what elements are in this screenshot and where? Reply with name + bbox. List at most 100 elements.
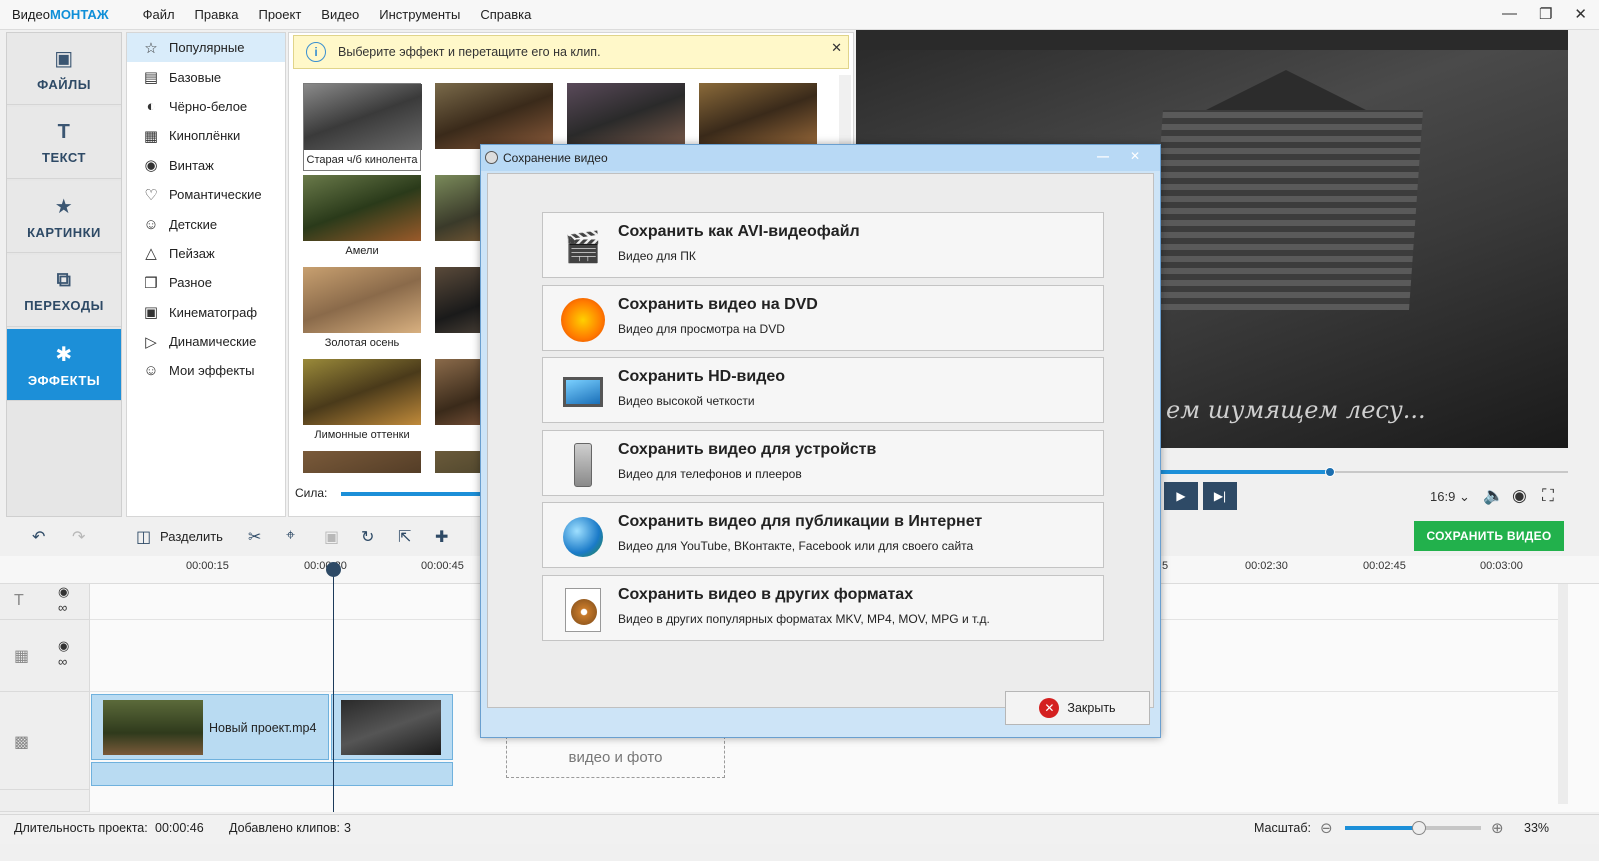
close-window-icon[interactable]: ✕ [1574,5,1587,23]
menu-tools[interactable]: Инструменты [379,7,460,22]
effect-preview [303,451,421,473]
save-avi-option[interactable]: 🎬 Сохранить как AVI-видеофайл Видео для … [542,212,1104,278]
frame-icon[interactable]: ▣ [324,527,339,547]
category-film[interactable]: ▦ Киноплёнки [127,121,285,150]
timeline-scrollbar[interactable] [1558,584,1568,804]
force-slider[interactable] [341,492,481,496]
effect-categories: ☆ Популярные ▤ Базовые ◐ Чёрно-белое ▦ Киноп… [126,32,286,517]
play-button[interactable]: ▶ [1164,482,1198,510]
category-misc[interactable]: ❒ Разное [127,268,285,297]
redo-icon[interactable]: ↷ [72,527,85,547]
split-button[interactable]: Разделить [160,529,223,544]
rotate-icon[interactable]: ↻ [361,527,374,547]
save-internet-option[interactable]: Сохранить видео для публикации в Интерне… [542,502,1104,568]
save-video-button[interactable]: СОХРАНИТЬ ВИДЕО [1414,521,1564,551]
zoom-in-icon[interactable]: ⊕ [1491,819,1504,837]
nav-effects[interactable]: ✱ ЭФФЕКТЫ [7,329,121,401]
effect-preview [435,83,553,149]
category-my-effects[interactable]: ☺ Мои эффекты [127,356,285,385]
eye-icon[interactable]: ◉ [58,584,69,600]
save-dvd-option[interactable]: Сохранить видео на DVD Видео для просмот… [542,285,1104,351]
effect-preview [303,359,421,425]
effect-thumb[interactable]: Золотая осень [303,267,421,355]
drop-zone[interactable]: видео и фото [506,736,725,778]
snapshot-icon[interactable]: ◉ [1512,486,1527,506]
category-dynamic[interactable]: ▷ Динамические [127,327,285,356]
option-title: Сохранить видео в других форматах [618,586,914,603]
clip-thumbnail [341,700,441,755]
playhead[interactable] [333,566,334,812]
option-subtitle: Видео для ПК [618,249,696,263]
fullscreen-icon[interactable]: ⛶ [1542,486,1554,506]
category-cinematograph[interactable]: ▣ Кинематограф [127,298,285,327]
nav-text[interactable]: T ТЕКСТ [7,107,121,179]
dialog-close-icon[interactable]: ✕ [1121,147,1149,165]
menu-project[interactable]: Проект [258,7,301,22]
nav-files[interactable]: ▣ ФАЙЛЫ [7,33,121,105]
crop-icon[interactable]: ⌖ [286,527,295,545]
aspect-ratio-select[interactable]: 16:9 ⌄ [1430,489,1470,505]
resize-icon[interactable]: ⇱ [398,527,411,547]
progress-track[interactable] [1330,471,1568,473]
audio-clip[interactable] [91,762,453,786]
category-vintage[interactable]: ◉ Винтаж [127,151,285,180]
add-clip-icon[interactable]: ✚ [435,527,448,547]
menu-edit[interactable]: Правка [195,7,239,22]
save-hd-option[interactable]: Сохранить HD-видео Видео высокой четкост… [542,357,1104,423]
left-nav: ▣ ФАЙЛЫ T ТЕКСТ ★ КАРТИНКИ ⧉ ПЕРЕХОДЫ ✱ ЭФФЕК… [6,32,122,517]
undo-icon[interactable]: ↶ [32,527,45,547]
volume-icon[interactable]: 🔈 [1483,486,1504,506]
category-landscape[interactable]: △ Пейзаж [127,239,285,268]
film-track-icon: ▦ [14,648,30,665]
next-button[interactable]: ▶| [1203,482,1237,510]
menu-help[interactable]: Справка [480,7,531,22]
title-menu-bar: ВидеоМОНТАЖ Файл Правка Проект Видео Инс… [0,0,1599,30]
category-bw[interactable]: ◐ Чёрно-белое [127,92,285,121]
link-icon[interactable]: ∞ [58,654,67,669]
zoom-label: Масштаб: [1254,821,1311,835]
effect-thumb[interactable] [303,451,421,473]
menu-video[interactable]: Видео [321,7,359,22]
category-kids[interactable]: ☺ Детские [127,209,285,238]
transitions-icon: ⧉ [56,268,72,291]
effect-thumb[interactable]: Амели [303,175,421,263]
nav-transitions[interactable]: ⧉ ПЕРЕХОДЫ [7,255,121,327]
maximize-icon[interactable]: ❐ [1539,5,1552,23]
playhead-knob[interactable] [326,562,341,577]
zoom-knob[interactable] [1412,821,1426,835]
link-icon[interactable]: ∞ [58,600,67,615]
save-devices-option[interactable]: Сохранить видео для устройств Видео для … [542,430,1104,496]
save-other-formats-option[interactable]: Сохранить видео в других форматах Видео … [542,575,1104,641]
tick-label: 00:00:45 [421,560,464,572]
nav-pictures[interactable]: ★ КАРТИНКИ [7,181,121,253]
scissors-icon[interactable]: ✂ [248,527,261,547]
progress-knob[interactable] [1325,467,1335,477]
close-hint-icon[interactable]: ✕ [831,40,842,56]
text-track-header: T ◉ ∞ [0,584,90,620]
minimize-icon[interactable]: — [1502,5,1517,23]
eye-icon[interactable]: ◉ [58,638,69,654]
kids-icon: ☺ [143,215,159,233]
close-dialog-button[interactable]: ✕ Закрыть [1005,691,1150,725]
tick-label: 00:03:00 [1480,560,1523,572]
progress-fill[interactable] [1160,470,1330,474]
effect-thumb[interactable]: Старая ч/б кинолента [303,83,422,171]
dialog-minimize-icon[interactable]: — [1089,147,1117,165]
user-icon: ☺ [143,362,159,380]
split-icon[interactable]: ◫ [136,527,151,547]
category-basic[interactable]: ▤ Базовые [127,62,285,91]
menu-file[interactable]: Файл [143,7,175,22]
category-popular[interactable]: ☆ Популярные [127,33,285,63]
video-clip[interactable] [331,694,453,760]
globe-icon [559,515,607,559]
category-romantic[interactable]: ♡ Романтические [127,180,285,209]
effect-thumb[interactable]: Лимонные оттенки [303,359,421,447]
overlay-track-header: ▦ ◉ ∞ [0,620,90,692]
video-clip[interactable]: Новый проект.mp4 [91,694,329,760]
tick-label: 00:02:30 [1245,560,1288,572]
option-title: Сохранить видео для публикации в Интерне… [618,513,983,530]
zoom-value: 33% [1524,821,1550,835]
zoom-out-icon[interactable]: ⊖ [1320,819,1333,837]
option-title: Сохранить видео на DVD [618,296,818,313]
star-icon: ★ [54,195,74,218]
